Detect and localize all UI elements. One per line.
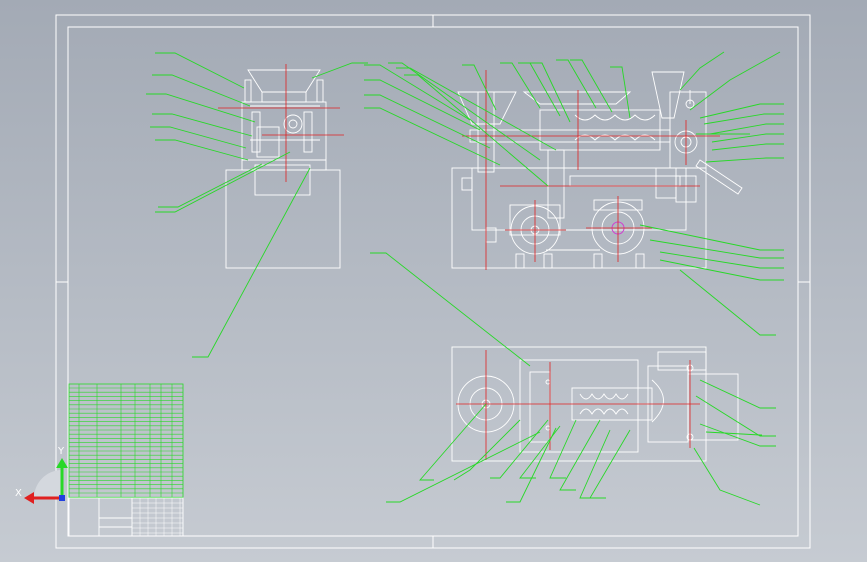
cad-viewport[interactable]: Y X	[0, 0, 867, 562]
ucs-axis-icon: Y X	[15, 446, 68, 504]
title-block[interactable]	[68, 497, 184, 537]
y-axis-label: Y	[57, 446, 65, 457]
parts-list-table[interactable]	[68, 383, 184, 499]
drawing-canvas: Y X	[15, 14, 811, 549]
x-axis-label: X	[15, 488, 22, 499]
top-view[interactable]	[451, 346, 739, 462]
side-view[interactable]	[218, 64, 344, 269]
front-view[interactable]	[451, 70, 743, 270]
